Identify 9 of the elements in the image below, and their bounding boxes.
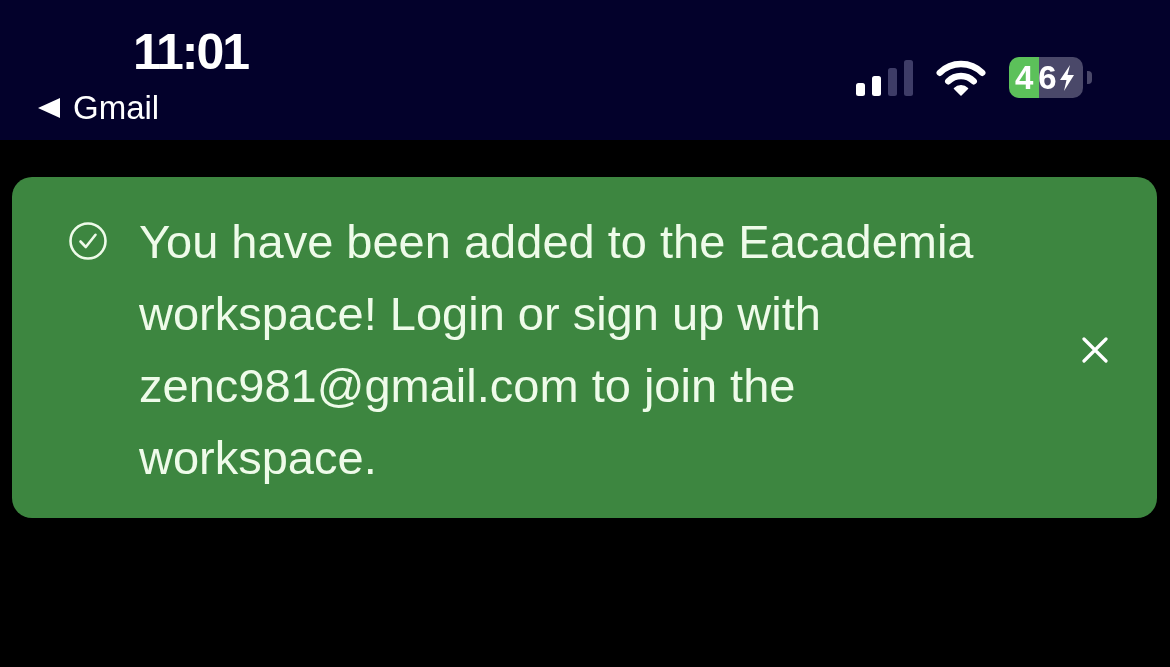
close-icon (1082, 337, 1108, 363)
toast-message: You have been added to the Eacademia workspace! Login or sign up with zenc981@gmail.com to join the workspace. (139, 214, 975, 486)
back-to-app-link[interactable]: Gmail (38, 88, 160, 128)
back-triangle-icon (38, 98, 60, 118)
cellular-signal-icon (856, 59, 913, 96)
check-circle-icon (69, 222, 107, 260)
lightning-bolt-icon (1058, 64, 1075, 91)
wifi-icon (936, 59, 986, 96)
clock-time: 11:01 (133, 24, 249, 80)
